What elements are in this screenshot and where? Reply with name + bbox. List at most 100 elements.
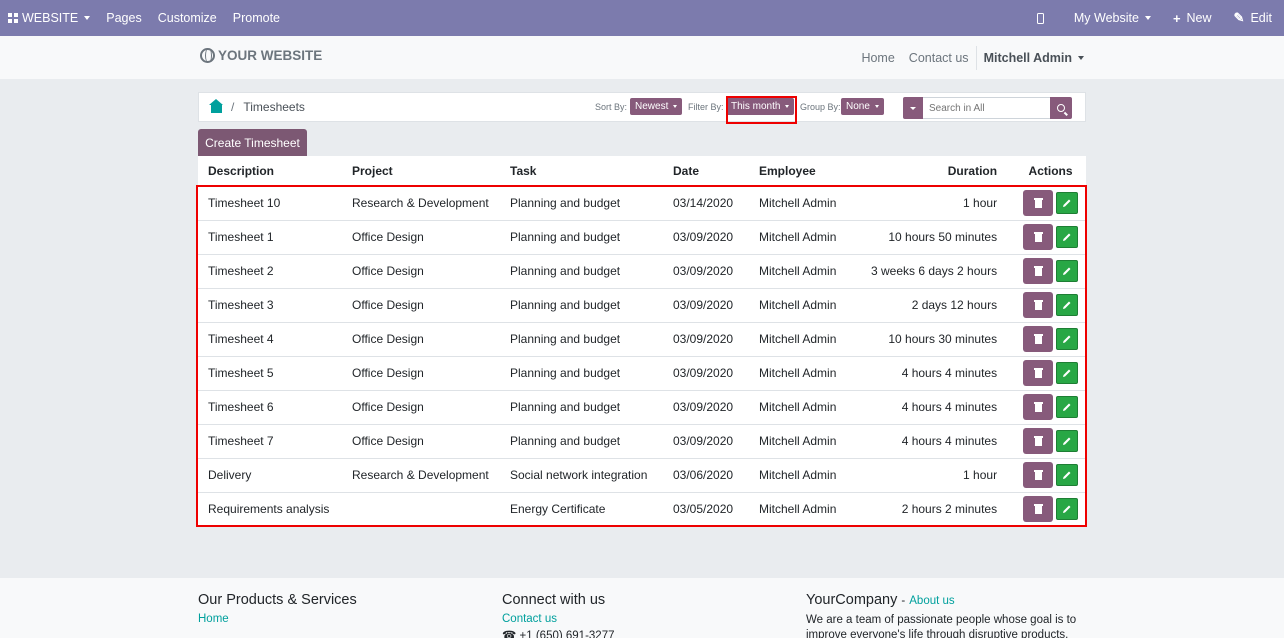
logo-text: YOUR WEBSITE bbox=[218, 48, 323, 63]
cell-project: Office Design bbox=[342, 219, 500, 254]
search-group bbox=[903, 97, 1072, 119]
group-by-dropdown[interactable]: None bbox=[841, 98, 884, 115]
delete-button[interactable] bbox=[1023, 428, 1054, 454]
cell-employee: Mitchell Admin bbox=[749, 253, 861, 288]
edit-row-button[interactable] bbox=[1056, 226, 1079, 248]
mobile-preview-button[interactable] bbox=[1029, 0, 1066, 36]
cell-task: Planning and budget bbox=[500, 287, 663, 322]
sort-by-value: Newest bbox=[635, 101, 669, 112]
my-website-menu[interactable]: My Website bbox=[1066, 0, 1165, 36]
admin-topbar: WEBSITE Pages Customize Promote My Websi… bbox=[0, 0, 1284, 36]
delete-button[interactable] bbox=[1023, 190, 1054, 217]
footer-company-text: We are a team of passionate people whose… bbox=[806, 614, 1077, 638]
customize-menu[interactable]: Customize bbox=[150, 0, 225, 36]
delete-button[interactable] bbox=[1023, 496, 1054, 523]
cell-project: Office Design bbox=[342, 253, 500, 288]
col-header-project[interactable]: Project bbox=[342, 156, 500, 187]
edit-row-button[interactable] bbox=[1056, 260, 1079, 282]
site-logo[interactable]: YOUR WEBSITE bbox=[200, 48, 322, 63]
table-row: Timesheet 5 Office Design Planning and bud… bbox=[198, 355, 1086, 390]
cell-actions bbox=[1015, 389, 1086, 424]
cell-task: Energy Certificate bbox=[500, 491, 663, 526]
new-button-label: New bbox=[1186, 11, 1212, 25]
filter-by-label: Filter By: bbox=[688, 102, 724, 112]
edit-row-button[interactable] bbox=[1056, 430, 1079, 452]
footer-connect-column: Connect with us Contact us ☎ +1 (650) 69… bbox=[502, 592, 614, 638]
create-timesheet-button[interactable]: Create Timesheet bbox=[198, 129, 307, 156]
cell-description: Timesheet 4 bbox=[198, 321, 342, 356]
col-header-duration[interactable]: Duration bbox=[861, 156, 1016, 187]
nav-home-link[interactable]: Home bbox=[854, 51, 901, 65]
cell-date: 03/05/2020 bbox=[663, 491, 749, 526]
delete-button[interactable] bbox=[1023, 462, 1054, 488]
search-input[interactable] bbox=[923, 97, 1050, 119]
website-menu[interactable]: WEBSITE bbox=[0, 0, 98, 36]
edit-row-button[interactable] bbox=[1056, 498, 1079, 521]
apps-grid-icon bbox=[8, 13, 18, 23]
pages-menu[interactable]: Pages bbox=[98, 0, 149, 36]
cell-actions bbox=[1015, 185, 1086, 220]
delete-button[interactable] bbox=[1023, 258, 1054, 284]
footer-contact-link[interactable]: Contact us bbox=[502, 613, 614, 625]
breadcrumb: / Timesheets bbox=[209, 98, 305, 114]
col-header-task[interactable]: Task bbox=[500, 156, 663, 187]
edit-row-button[interactable] bbox=[1056, 294, 1079, 316]
pencil-icon bbox=[1063, 505, 1071, 514]
cell-date: 03/09/2020 bbox=[663, 321, 749, 356]
search-button[interactable] bbox=[1050, 97, 1072, 119]
cell-project: Office Design bbox=[342, 423, 500, 458]
nav-contact-link[interactable]: Contact us bbox=[902, 51, 976, 65]
timesheets-table: Description Project Task Date Employee D… bbox=[198, 156, 1086, 526]
cell-duration: 10 hours 50 minutes bbox=[861, 219, 1016, 254]
cell-date: 03/09/2020 bbox=[663, 219, 749, 254]
table-row: Timesheet 4 Office Design Planning and bud… bbox=[198, 321, 1086, 356]
cell-description: Timesheet 10 bbox=[198, 185, 342, 220]
edit-row-button[interactable] bbox=[1056, 362, 1079, 384]
cell-duration: 1 hour bbox=[861, 185, 1016, 220]
table-row: Timesheet 3 Office Design Planning and bud… bbox=[198, 287, 1086, 322]
user-menu[interactable]: Mitchell Admin bbox=[975, 45, 1084, 70]
cell-employee: Mitchell Admin bbox=[749, 321, 861, 356]
pencil-icon bbox=[1063, 335, 1071, 343]
cell-duration: 1 hour bbox=[861, 457, 1016, 492]
footer-home-link[interactable]: Home bbox=[198, 613, 357, 625]
filter-highlight-box bbox=[726, 96, 797, 124]
edit-button[interactable]: ✎ Edit bbox=[1226, 0, 1284, 36]
edit-row-button[interactable] bbox=[1056, 464, 1079, 486]
search-field-dropdown[interactable] bbox=[903, 97, 923, 119]
cell-date: 03/14/2020 bbox=[663, 185, 749, 220]
cell-actions bbox=[1015, 219, 1086, 254]
breadcrumb-separator: / bbox=[231, 100, 235, 114]
delete-button[interactable] bbox=[1023, 360, 1054, 386]
website-menu-label: WEBSITE bbox=[22, 11, 79, 25]
sort-by-dropdown[interactable]: Newest bbox=[630, 98, 683, 115]
site-header: YOUR WEBSITE Home Contact us Mitchell Ad… bbox=[0, 36, 1284, 79]
delete-button[interactable] bbox=[1023, 326, 1054, 352]
promote-menu[interactable]: Promote bbox=[225, 0, 288, 36]
home-icon[interactable] bbox=[209, 98, 223, 113]
delete-button[interactable] bbox=[1023, 292, 1054, 318]
col-header-employee[interactable]: Employee bbox=[749, 156, 861, 187]
delete-button[interactable] bbox=[1023, 224, 1054, 250]
col-header-description[interactable]: Description bbox=[198, 156, 342, 187]
col-header-date[interactable]: Date bbox=[663, 156, 749, 187]
new-button[interactable]: + New bbox=[1165, 0, 1226, 36]
group-by-label: Group By: bbox=[800, 102, 841, 112]
edit-row-button[interactable] bbox=[1056, 396, 1079, 418]
cell-project bbox=[342, 491, 500, 526]
footer-about-link[interactable]: About us bbox=[909, 595, 954, 607]
cell-project: Research & Development bbox=[342, 185, 500, 220]
cell-description: Timesheet 7 bbox=[198, 423, 342, 458]
portal-searchbar: / Timesheets Sort By: Newest Filter By: … bbox=[198, 92, 1086, 124]
cell-description: Timesheet 2 bbox=[198, 253, 342, 288]
cell-date: 03/09/2020 bbox=[663, 389, 749, 424]
chevron-down-icon bbox=[874, 105, 879, 108]
pencil-icon: ✎ bbox=[1233, 10, 1245, 25]
cell-description: Requirements analysis bbox=[198, 491, 342, 526]
edit-row-button[interactable] bbox=[1056, 328, 1079, 350]
edit-row-button[interactable] bbox=[1056, 192, 1079, 215]
cell-description: Timesheet 5 bbox=[198, 355, 342, 390]
delete-button[interactable] bbox=[1023, 394, 1054, 420]
cell-date: 03/09/2020 bbox=[663, 355, 749, 390]
table-row: Timesheet 10 Research & Development Planni… bbox=[198, 185, 1086, 220]
